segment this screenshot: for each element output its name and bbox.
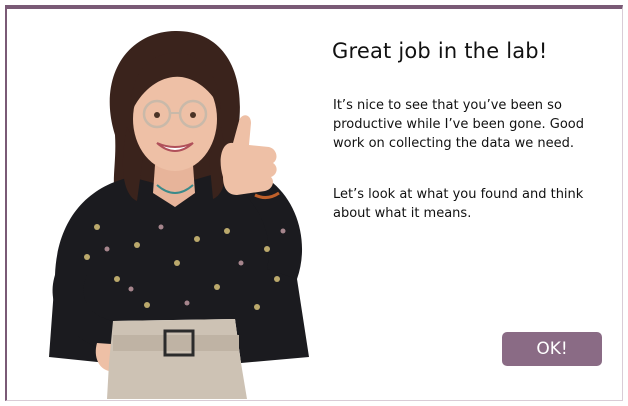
ok-button[interactable]: OK! bbox=[502, 332, 602, 366]
dialog-panel: Great job in the lab! It’s nice to see t… bbox=[5, 5, 623, 401]
dialog-message-2: Let’s look at what you found and think a… bbox=[333, 187, 584, 221]
dialog-title: Great job in the lab! bbox=[332, 39, 548, 63]
dialog-message-1: It’s nice to see that you’ve been so pro… bbox=[333, 98, 585, 151]
scientist-portrait bbox=[27, 17, 317, 399]
